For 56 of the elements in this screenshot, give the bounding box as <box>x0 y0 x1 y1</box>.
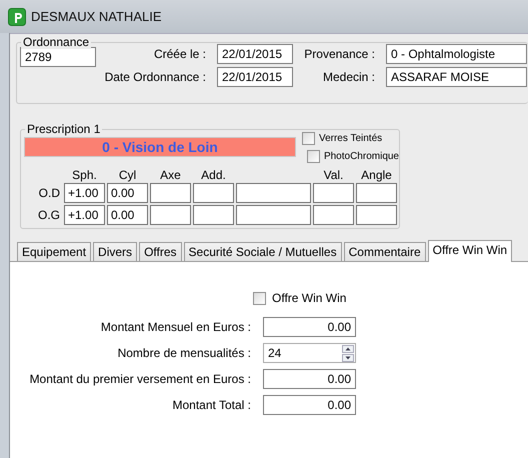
table-cell[interactable] <box>193 205 234 225</box>
number-spinner[interactable]: 24 <box>263 343 356 363</box>
field-label: Montant du premier versement en Euros : <box>28 371 251 388</box>
column-header: Sph. <box>71 169 98 181</box>
text-field[interactable]: ASSARAF MOISE <box>386 67 527 87</box>
checkbox-label: Verres Teintés <box>318 132 382 146</box>
row-label: O.G <box>36 207 61 224</box>
checkbox-label: Offre Win Win <box>272 290 346 307</box>
table-cell[interactable] <box>236 205 311 225</box>
table-cell[interactable] <box>313 183 354 203</box>
amount-field[interactable]: 0.00 <box>263 395 356 415</box>
field-label: Montant Total : <box>172 397 251 414</box>
table-cell[interactable] <box>193 183 234 203</box>
table-cell[interactable]: +1.00 <box>64 205 105 225</box>
tab[interactable]: Equipement <box>17 242 92 261</box>
text-field[interactable]: 0 - Ophtalmologiste <box>386 44 527 64</box>
column-header: Val. <box>322 169 344 181</box>
table-cell[interactable] <box>313 205 354 225</box>
field-label: Nombre de mensualités : <box>116 345 251 362</box>
table-cell[interactable] <box>356 205 397 225</box>
field-label: Montant Mensuel en Euros : <box>100 319 251 336</box>
field-label: Créée le : <box>152 46 207 63</box>
table-cell[interactable] <box>356 183 397 203</box>
checkbox-label: PhotoChromique <box>324 150 399 164</box>
table-cell[interactable] <box>236 183 311 203</box>
checkbox[interactable] <box>306 150 320 163</box>
tab[interactable]: Commentaire <box>344 242 426 261</box>
column-header: Angle <box>360 169 393 181</box>
table-cell[interactable] <box>150 205 191 225</box>
field-label: Medecin : <box>322 69 376 86</box>
field-label: Provenance : <box>304 46 376 63</box>
column-header: Cyl <box>118 169 138 181</box>
column-header: Axe <box>159 169 182 181</box>
tab[interactable]: Offre Win Win <box>428 240 512 262</box>
text-field[interactable]: 22/01/2015 <box>217 67 293 87</box>
column-header: Add. <box>200 169 227 181</box>
table-cell[interactable]: +1.00 <box>64 183 105 203</box>
field-label: Date Ordonnance : <box>104 69 207 86</box>
app-icon <box>8 8 26 26</box>
amount-field[interactable]: 0.00 <box>263 369 356 389</box>
ordonnance-field[interactable]: 2789 <box>20 47 96 67</box>
vision-banner: 0 - Vision de Loin <box>24 137 296 157</box>
row-label: O.D <box>38 185 61 202</box>
window-title: DESMAUX NATHALIE <box>31 8 162 26</box>
table-cell[interactable]: 0.00 <box>107 205 148 225</box>
text-field[interactable]: 22/01/2015 <box>217 44 293 64</box>
tab[interactable]: Securité Sociale / Mutuelles <box>184 242 342 261</box>
table-cell[interactable]: 0.00 <box>107 183 148 203</box>
checkbox[interactable] <box>253 292 266 304</box>
table-cell[interactable] <box>150 183 191 203</box>
tab[interactable]: Divers <box>93 242 138 261</box>
checkbox[interactable] <box>302 132 315 145</box>
tab[interactable]: Offres <box>139 242 182 261</box>
amount-field[interactable]: 0.00 <box>263 317 356 337</box>
group-label: Prescription 1 <box>25 122 102 136</box>
group-label: Ordonnance <box>21 35 92 49</box>
